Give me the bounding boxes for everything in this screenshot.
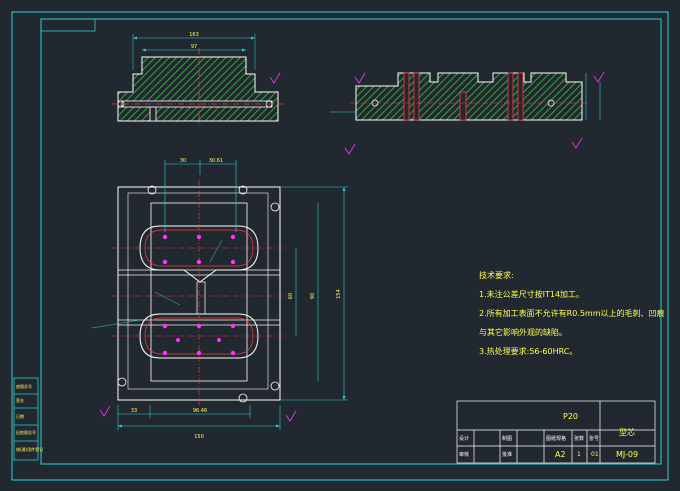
dim-plan-height-overall: 154 bbox=[336, 289, 342, 299]
side-tab-label: 签名 bbox=[16, 398, 24, 403]
requirement-item: 1.未注公差尺寸按IT14加工。 bbox=[479, 290, 585, 299]
title-block-sheet-number: 01 bbox=[591, 451, 599, 458]
requirements-title: 技术要求: bbox=[479, 271, 514, 280]
dim-plan-bottom-a: 33 bbox=[131, 408, 137, 414]
side-tab-label: 借(通)用件登记 bbox=[16, 447, 44, 452]
dim-plan-height-mid: 90 bbox=[310, 293, 316, 299]
title-block-approved-label: 批准 bbox=[502, 452, 513, 458]
corner-label-box bbox=[40, 18, 96, 32]
title-block-sheets-label: 张数 bbox=[574, 436, 585, 442]
side-section-view bbox=[330, 71, 605, 155]
title-block-check-label: 审核 bbox=[459, 452, 470, 458]
title-block-design-label: 设计 bbox=[459, 436, 470, 442]
title-block-material: P20 bbox=[563, 412, 579, 421]
roughness-symbol bbox=[269, 72, 281, 84]
title-block-drawn-label: 制图 bbox=[502, 436, 513, 442]
dim-top-overall: 163 bbox=[189, 32, 199, 38]
dim-plan-offset-a: 30 bbox=[180, 158, 186, 164]
dim-top-inner: 97 bbox=[191, 44, 197, 50]
requirement-item: 与其它影响外观的缺陷。 bbox=[479, 328, 567, 337]
dim-plan-bottom-overall: 150 bbox=[194, 434, 204, 440]
dim-plan-offset-b: 30.61 bbox=[209, 158, 223, 164]
requirement-item: 2.所有加工表面不允许有R0.5mm以上的毛刺、凹痕 bbox=[479, 309, 665, 318]
side-tab-label: 日期 bbox=[16, 414, 24, 419]
side-tab-label: 底图总号 bbox=[16, 384, 32, 389]
title-block-sheet-size: A2 bbox=[555, 450, 566, 459]
title-block-scale-label: 图纸规格 bbox=[546, 436, 567, 442]
requirement-item: 3.热处理要求:56-60HRC。 bbox=[479, 347, 578, 356]
technical-requirements: 技术要求: 1.未注公差尺寸按IT14加工。 2.所有加工表面不允许有R0.5m… bbox=[479, 266, 665, 361]
title-block-sheet-count: 1 bbox=[577, 451, 581, 458]
title-block-sheet-no-label: 张号 bbox=[589, 436, 600, 442]
front-section-view bbox=[112, 34, 285, 126]
dim-plan-bottom-b: 96.46 bbox=[193, 408, 207, 414]
dim-plan-height-inner: 60 bbox=[288, 293, 294, 299]
title-block-part-name: 型芯 bbox=[619, 428, 635, 437]
side-tab-label: 旧底图总号 bbox=[16, 430, 36, 435]
title-block-drawing-number: MJ-09 bbox=[616, 450, 639, 459]
